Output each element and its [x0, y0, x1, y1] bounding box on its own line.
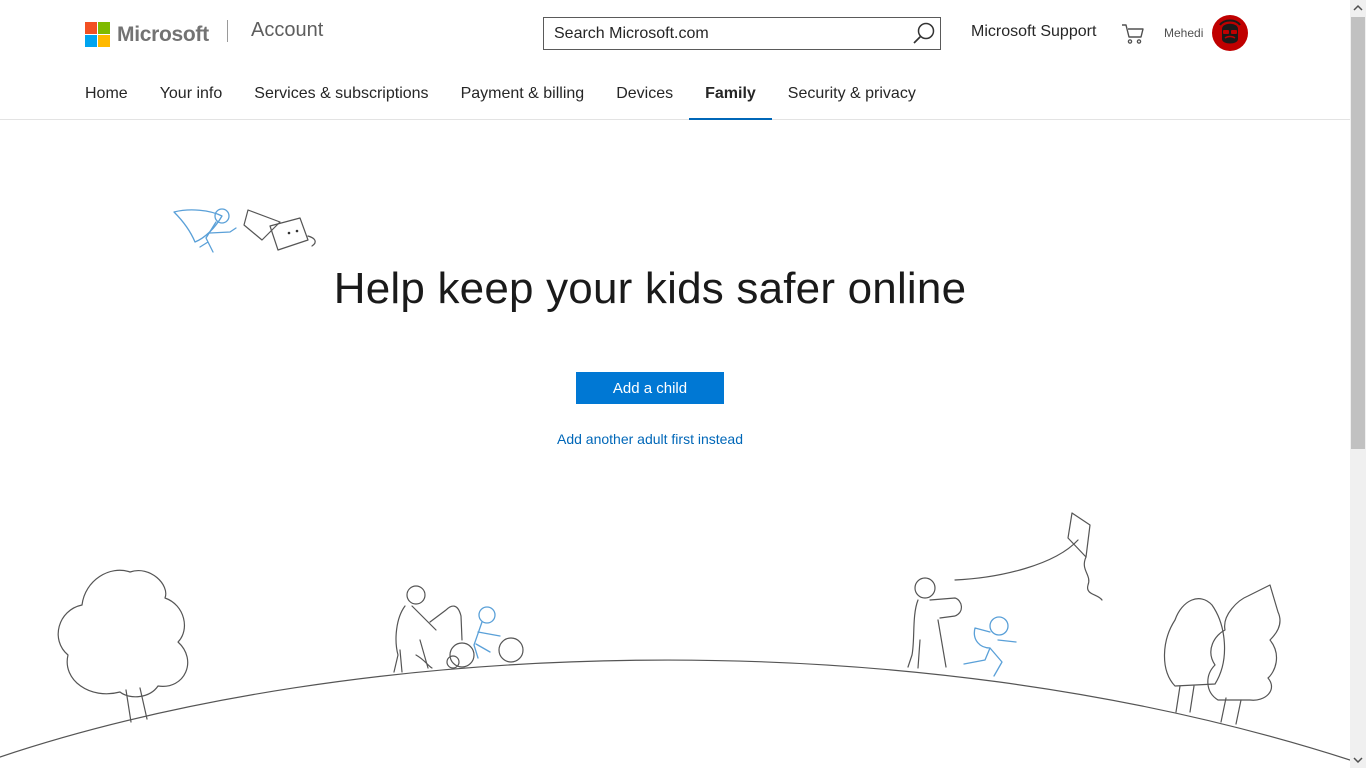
page-title: Help keep your kids safer online [333, 264, 967, 313]
scrollbar-thumb[interactable] [1351, 17, 1365, 449]
scroll-down-arrow-icon[interactable] [1350, 751, 1366, 768]
cart-icon[interactable] [1120, 22, 1146, 46]
nav-services-subscriptions[interactable]: Services & subscriptions [238, 72, 444, 119]
user-name[interactable]: Mehedi [1164, 26, 1203, 40]
nav-your-info[interactable]: Your info [144, 72, 239, 119]
product-name[interactable]: Account [251, 19, 323, 42]
user-avatar-icon [1219, 19, 1241, 44]
microsoft-logo-icon [85, 22, 110, 47]
account-nav: Home Your info Services & subscriptions … [69, 72, 932, 120]
header-divider [227, 20, 228, 42]
search-icon[interactable] [911, 21, 937, 47]
avatar[interactable] [1212, 15, 1248, 51]
add-another-adult-link[interactable]: Add another adult first instead [557, 431, 743, 447]
search-box [543, 17, 941, 50]
site-header: Microsoft Account Microsoft Support Mehe… [0, 0, 1350, 120]
scroll-up-arrow-icon[interactable] [1350, 0, 1366, 17]
add-child-button[interactable]: Add a child [576, 372, 724, 404]
nav-devices[interactable]: Devices [600, 72, 689, 119]
search-input[interactable] [544, 18, 904, 49]
nav-security-privacy[interactable]: Security & privacy [772, 72, 932, 119]
nav-home[interactable]: Home [69, 72, 144, 119]
brand-name: Microsoft [117, 22, 209, 46]
nav-payment-billing[interactable]: Payment & billing [445, 72, 601, 119]
nav-family[interactable]: Family [689, 72, 772, 120]
microsoft-logo[interactable]: Microsoft [85, 22, 209, 47]
microsoft-support-link[interactable]: Microsoft Support [971, 23, 1096, 41]
add-adult-link-row: Add another adult first instead [0, 431, 1300, 447]
